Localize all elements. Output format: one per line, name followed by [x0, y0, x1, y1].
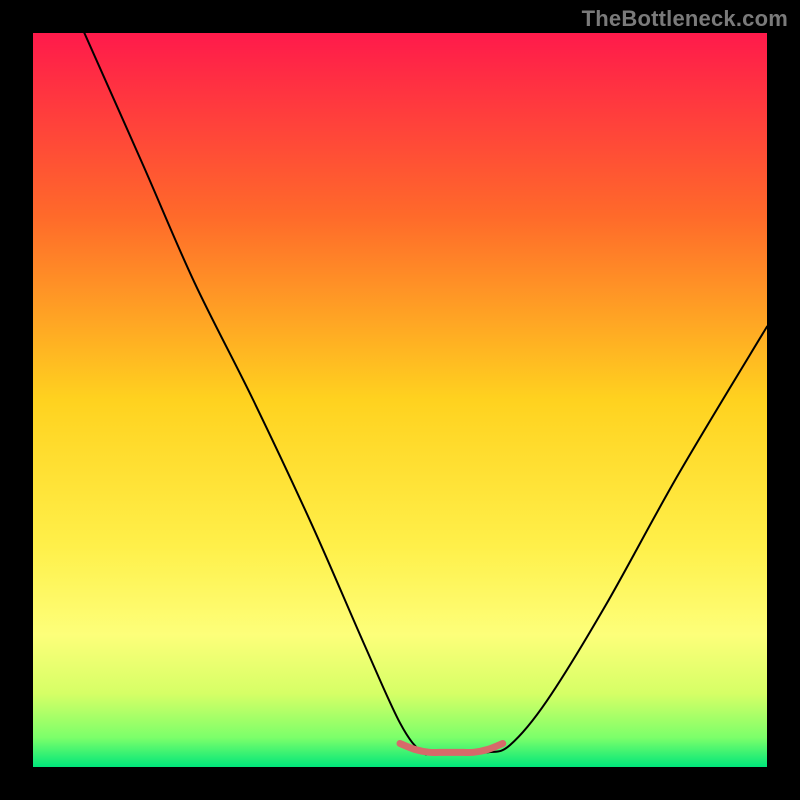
gradient-fill: [33, 33, 767, 767]
plot-area: [33, 33, 767, 767]
chart-container: TheBottleneck.com: [0, 0, 800, 800]
chart-svg: [33, 33, 767, 767]
watermark-text: TheBottleneck.com: [582, 6, 788, 32]
